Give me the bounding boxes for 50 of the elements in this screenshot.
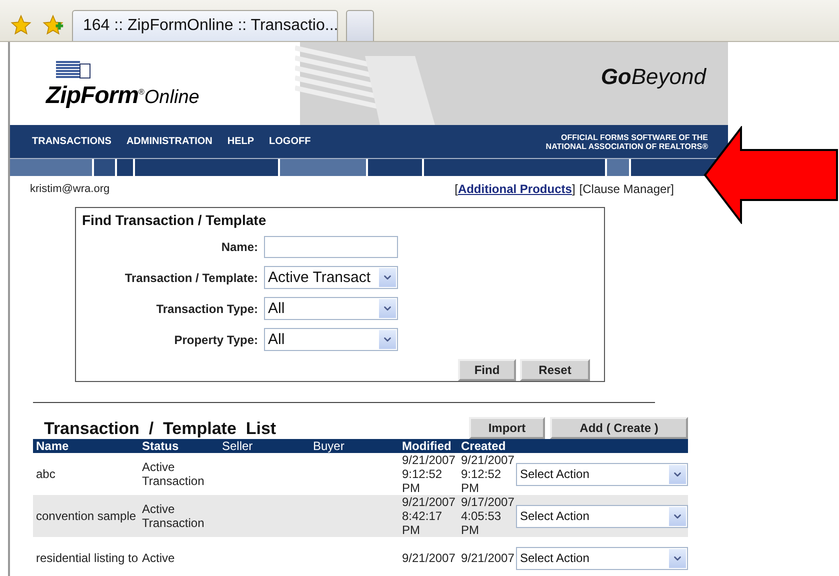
star-icon[interactable]	[10, 14, 32, 36]
table-cell-text: 9/17/2007 4:05:53 PM	[460, 495, 516, 537]
list-title: Transaction / Template List	[44, 419, 276, 439]
list-button[interactable]: Add ( Create )	[550, 417, 688, 439]
form-button[interactable]: Reset	[520, 359, 590, 381]
column-header: Modified	[401, 439, 452, 453]
form-button[interactable]: Find	[458, 359, 516, 381]
zipform-logo: ZipForm$^{®}$Online	[46, 82, 200, 110]
column-header: Name	[35, 439, 70, 453]
field-label: Name:	[220, 240, 258, 254]
table-cell-text: residential listing to	[35, 551, 139, 565]
browser-tab[interactable]: 164 :: ZipFormOnline :: Transactio...	[72, 10, 338, 41]
column-header: Status	[141, 439, 180, 453]
name-input-field[interactable]	[264, 236, 398, 258]
table-cell-text: 9/21/2007 9:12:52 PM	[460, 453, 516, 495]
user-email: kristim@wra.org	[30, 183, 110, 195]
table-cell-text: 9/21/2007 8:42:17 PM	[401, 495, 456, 537]
additional-products-link-text: [Additional Products]	[454, 182, 576, 196]
clause-manager-link[interactable]: [Clause Manager]	[579, 182, 674, 196]
list-button[interactable]: Import	[469, 417, 545, 439]
panel-title: Find Transaction / Template	[82, 212, 268, 228]
table-cell-text: Active Transaction	[141, 502, 206, 530]
table-cell-text: 9/21/2007	[401, 551, 456, 565]
table-cell-text: Active	[141, 551, 176, 565]
nav-link[interactable]: ADMINISTRATION	[126, 136, 212, 147]
field-label: Transaction Type:	[155, 302, 258, 316]
table-cell-text: 9/21/2007 9:12:52 PM	[401, 453, 456, 495]
column-header: Created	[460, 439, 507, 453]
nav-link[interactable]: HELP	[227, 136, 254, 147]
nav-link[interactable]: TRANSACTIONS	[32, 136, 112, 147]
table-cell-text: 9/21/2007	[460, 551, 516, 565]
dropdown-field[interactable]: All	[264, 297, 398, 320]
action-dropdown[interactable]: Select Action	[516, 546, 688, 570]
dropdown-field[interactable]: All	[264, 328, 398, 351]
additional-products-link[interactable]: Additional Products	[458, 182, 572, 196]
table-cell-text: Active Transaction	[141, 460, 206, 488]
nav-link[interactable]: LOGOFF	[269, 136, 311, 147]
gobeyond-tagline: GoBeyond	[600, 64, 706, 90]
action-dropdown[interactable]: Select Action	[516, 462, 688, 486]
add-bookmark-icon[interactable]	[42, 14, 64, 36]
official-forms-text: OFFICIAL FORMS SOFTWARE OF THE NATIONAL ASSOCIATION OF REALTORS®	[546, 132, 708, 150]
column-header: Seller	[221, 439, 254, 453]
field-label: Property Type:	[173, 332, 258, 346]
field-label: Transaction / Template:	[124, 270, 258, 284]
table-cell-text: convention sample	[35, 509, 138, 523]
column-header: Buyer	[312, 439, 346, 453]
action-dropdown[interactable]: Select Action	[516, 504, 688, 528]
table-cell-text: abc	[35, 467, 56, 481]
dropdown-field[interactable]: Active Transact	[264, 266, 398, 289]
browser-tab[interactable]	[346, 10, 374, 41]
